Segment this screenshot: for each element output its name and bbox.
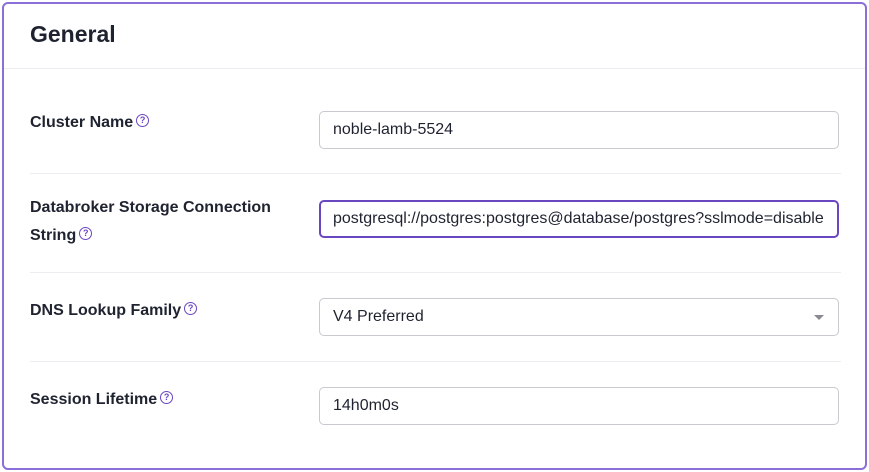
session-lifetime-row: Session Lifetime? 14h0m0s	[30, 362, 841, 466]
databroker-connection-label-line2: String	[30, 227, 77, 244]
databroker-connection-label-line1: Databroker Storage Connection	[30, 199, 271, 216]
dns-lookup-family-label: DNS Lookup Family?	[30, 297, 198, 325]
cluster-name-label-text: Cluster Name	[30, 114, 134, 131]
dns-lookup-family-select[interactable]: V4 Preferred	[319, 298, 839, 336]
question-circle-icon[interactable]: ?	[136, 114, 150, 127]
databroker-connection-label: Databroker Storage Connection String?	[30, 194, 271, 250]
chevron-down-icon[interactable]	[814, 315, 824, 320]
question-circle-icon[interactable]: ?	[184, 302, 198, 315]
dns-lookup-family-row: DNS Lookup Family? V4 Preferred	[30, 273, 841, 362]
databroker-connection-input[interactable]: postgresql://postgres:postgres@database/…	[319, 200, 839, 238]
cluster-name-label: Cluster Name?	[30, 109, 150, 137]
cluster-name-row: Cluster Name? noble-lamb-5524	[30, 69, 841, 174]
question-circle-icon[interactable]: ?	[160, 391, 174, 404]
session-lifetime-label: Session Lifetime?	[30, 386, 174, 414]
dns-lookup-family-selected-value: V4 Preferred	[333, 308, 424, 325]
dns-lookup-family-label-text: DNS Lookup Family	[30, 302, 182, 319]
general-settings-panel: General Cluster Name? noble-lamb-5524 Da…	[2, 2, 867, 470]
question-circle-icon[interactable]: ?	[79, 227, 93, 240]
section-title: General	[30, 21, 116, 47]
panel-header: General	[4, 4, 865, 69]
session-lifetime-input[interactable]: 14h0m0s	[319, 387, 839, 425]
cluster-name-input[interactable]: noble-lamb-5524	[319, 111, 839, 149]
session-lifetime-label-text: Session Lifetime	[30, 391, 158, 408]
databroker-connection-row: Databroker Storage Connection String? po…	[30, 174, 841, 273]
